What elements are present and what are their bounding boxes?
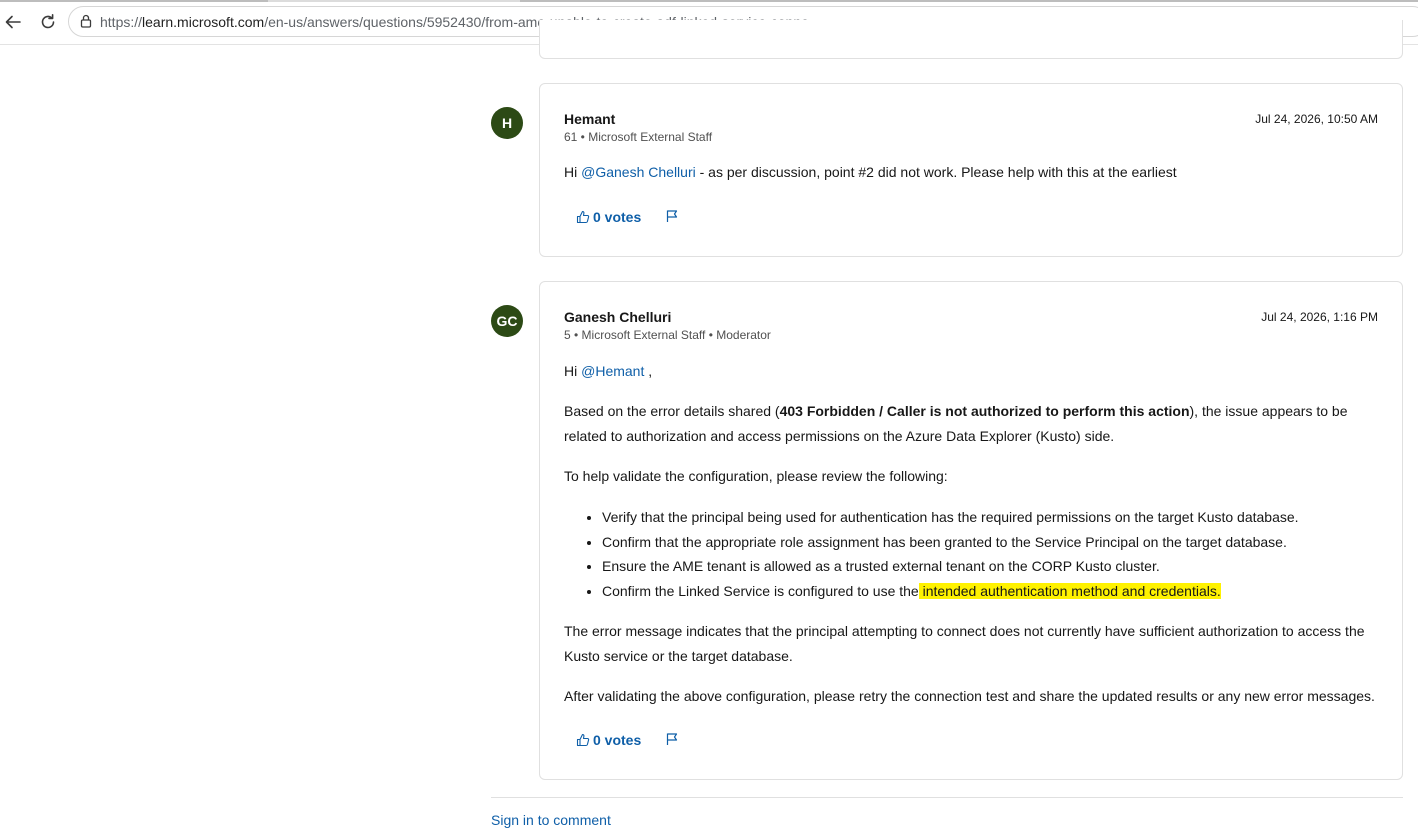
comment-paragraph: The error message indicates that the pri… xyxy=(564,623,1365,664)
comment-date: Jul 24, 2026, 1:16 PM xyxy=(1261,310,1378,324)
tab-strip-edge xyxy=(0,0,1418,2)
lock-icon xyxy=(80,14,92,28)
sign-in-to-comment-link[interactable]: Sign in to comment xyxy=(491,812,611,828)
comment-date: Jul 24, 2026, 10:50 AM xyxy=(1255,112,1378,126)
highlighted-text: intended authentication method and crede… xyxy=(918,582,1221,599)
list-item: Ensure the AME tenant is allowed as a tr… xyxy=(602,554,1418,579)
back-button[interactable] xyxy=(1,10,25,34)
mention-link[interactable]: @Hemant xyxy=(581,363,644,379)
previous-comment-card xyxy=(539,20,1403,59)
comment-author[interactable]: Ganesh Chelluri xyxy=(564,309,671,325)
mention-link[interactable]: @Ganesh Chelluri xyxy=(581,164,696,180)
avatar[interactable]: GC xyxy=(491,305,523,337)
vote-count: 0 votes xyxy=(593,209,642,225)
upvote-button[interactable]: 0 votes xyxy=(576,209,641,225)
list-item: Confirm the Linked Service is configured… xyxy=(602,579,1418,604)
vote-count: 0 votes xyxy=(593,732,642,748)
flag-icon[interactable] xyxy=(665,209,679,223)
avatar[interactable]: H xyxy=(491,107,523,139)
reload-icon xyxy=(41,14,55,29)
back-arrow-icon xyxy=(5,15,21,29)
comment-author[interactable]: Hemant xyxy=(564,111,615,127)
upvote-button[interactable]: 0 votes xyxy=(576,732,641,748)
comment-body: Hi @Ganesh Chelluri - as per discussion,… xyxy=(564,164,1177,180)
reload-button[interactable] xyxy=(36,10,60,34)
thumbs-up-icon xyxy=(576,733,590,747)
list-item: Confirm that the appropriate role assign… xyxy=(602,530,1418,555)
comment-author-meta: 61 • Microsoft External Staff xyxy=(564,130,713,144)
comment-greeting: Hi @Hemant , xyxy=(564,363,653,379)
checklist: Verify that the principal being used for… xyxy=(564,505,1418,603)
list-item: Verify that the principal being used for… xyxy=(602,505,1418,530)
comment-paragraph: After validating the above configuration… xyxy=(564,688,1375,704)
comment-paragraph: To help validate the configuration, plea… xyxy=(564,468,948,484)
divider xyxy=(491,797,1403,798)
comment-card: Ganesh Chelluri 5 • Microsoft External S… xyxy=(539,281,1403,780)
flag-icon[interactable] xyxy=(665,732,679,746)
comment-author-meta: 5 • Microsoft External Staff • Moderator xyxy=(564,328,771,342)
thumbs-up-icon xyxy=(576,210,590,224)
comment-paragraph: Based on the error details shared (403 F… xyxy=(564,403,1348,444)
comment-card: Hemant 61 • Microsoft External Staff Jul… xyxy=(539,83,1403,257)
